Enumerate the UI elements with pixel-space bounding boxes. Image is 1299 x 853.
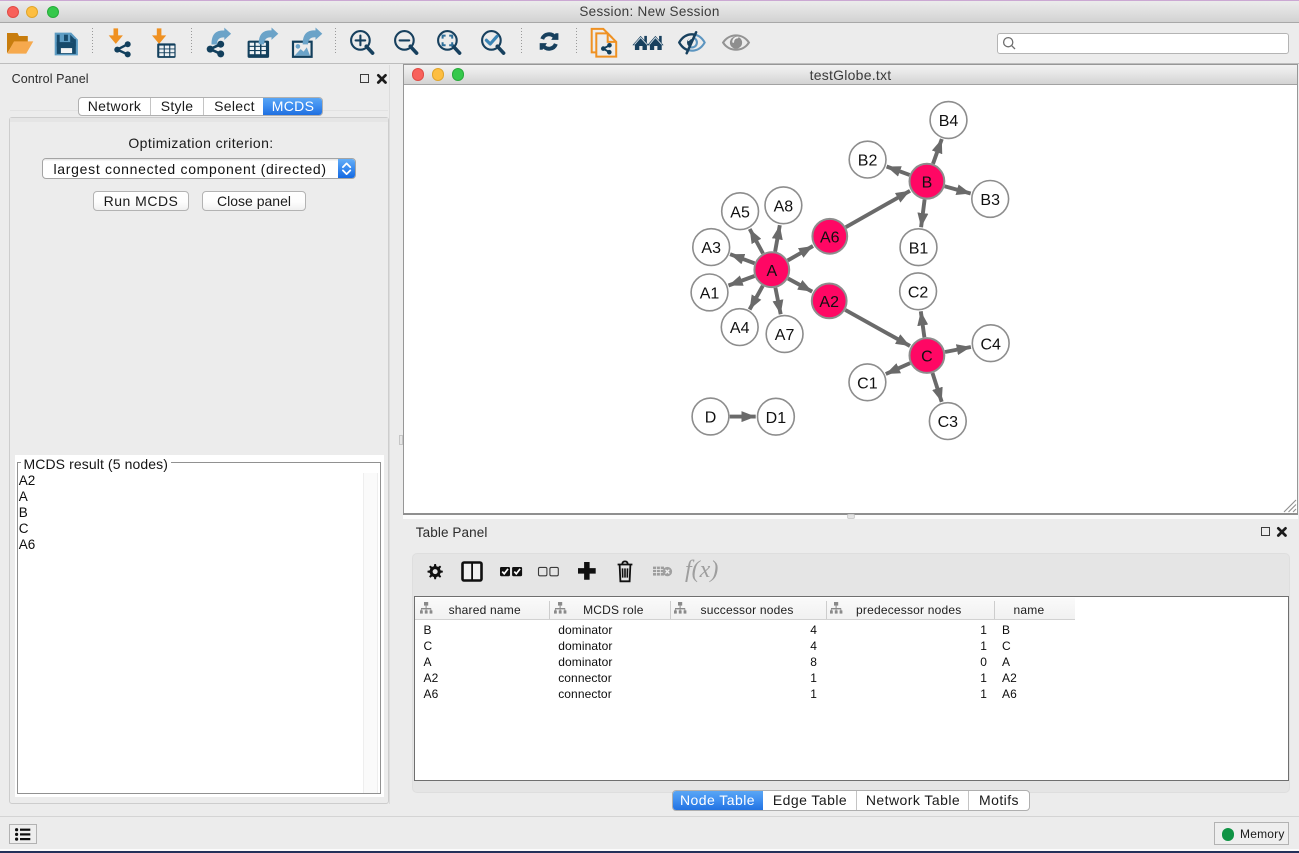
svg-text:A: A: [766, 263, 777, 280]
svg-text:C: C: [921, 349, 933, 366]
svg-text:C3: C3: [938, 414, 959, 431]
svg-text:A5: A5: [730, 204, 750, 221]
svg-text:B: B: [922, 174, 933, 191]
svg-text:C2: C2: [908, 284, 929, 301]
svg-text:D: D: [705, 410, 717, 427]
svg-text:A2: A2: [819, 294, 839, 311]
svg-text:A3: A3: [701, 240, 721, 257]
svg-text:B1: B1: [909, 240, 929, 257]
svg-text:C4: C4: [980, 336, 1001, 353]
svg-text:D1: D1: [766, 410, 787, 427]
svg-text:B3: B3: [980, 192, 1000, 209]
svg-text:A8: A8: [774, 198, 794, 215]
svg-text:B4: B4: [939, 113, 959, 130]
svg-text:A4: A4: [730, 320, 750, 337]
svg-text:A6: A6: [820, 229, 840, 246]
svg-text:A7: A7: [775, 327, 795, 344]
svg-text:B2: B2: [858, 153, 878, 170]
svg-text:C1: C1: [857, 375, 878, 392]
svg-text:A1: A1: [700, 286, 720, 303]
